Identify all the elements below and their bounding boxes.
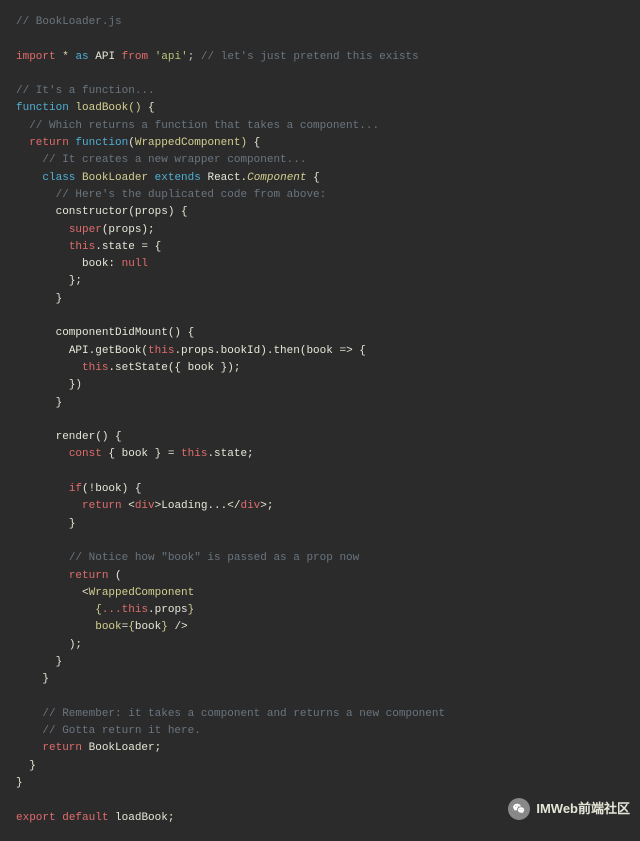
jsx: >; [260,500,273,512]
kw-super: super [69,224,102,236]
method: constructor(props) { [56,206,188,218]
kw-default: default [62,812,108,824]
prop: book: [82,258,122,270]
comment: // Which returns a function that takes a… [29,120,379,132]
prop: .props [148,604,188,616]
comment: // It's a function... [16,85,155,97]
jsx: </ [227,500,240,512]
brace: } [16,777,23,789]
wechat-icon [508,798,530,820]
jsx-attr: book [95,621,121,633]
kw-return: return [29,137,69,149]
comment: // It creates a new wrapper component... [42,154,306,166]
kw-this: this [69,241,95,253]
footer-label: IMWeb前端社区 [536,800,630,817]
jsx-brace: { [128,621,135,633]
punc: ; [188,51,195,63]
brace: }) [69,379,82,391]
cond: (!book) { [82,483,141,495]
call: .setState({ book }); [108,362,240,374]
kw-function: function [75,137,128,149]
punc: (props); [102,224,155,236]
kw-class: class [42,172,75,184]
brace: } [69,518,76,530]
kw-this: this [181,448,207,460]
kw-export: export [16,812,56,824]
jsx-brace: } [161,621,168,633]
ident: book [135,621,161,633]
assign: .state = { [95,241,161,253]
comment: // BookLoader.js [16,16,122,28]
paren: () [128,102,141,114]
brace: }; [69,275,82,287]
kw-return: return [42,742,82,754]
brace: { [247,137,260,149]
call: .props.bookId).then(book => { [174,345,365,357]
jsx-tag: WrappedComponent [89,587,195,599]
prop: .state; [207,448,253,460]
code-block: // BookLoader.js import * as API from 'a… [0,0,640,841]
ident: React. [207,172,247,184]
brace: } [56,293,63,305]
brace: } [56,397,63,409]
ident: loadBook; [108,812,174,824]
ident: Component [247,172,306,184]
jsx-brace: { [95,604,102,616]
method: componentDidMount() { [56,327,195,339]
jsx: /> [168,621,188,633]
star: * [62,51,69,63]
comment: // Remember: it takes a component and re… [42,708,445,720]
footer-watermark: IMWeb前端社区 [508,798,630,820]
kw-import: import [16,51,56,63]
comment: // Notice how "book" is passed as a prop… [69,552,359,564]
kw-return: return [82,500,122,512]
kw-const: const [69,448,102,460]
destructure: { book } = [102,448,181,460]
comment: // let's just pretend this exists [201,51,419,63]
kw-this: this [122,604,148,616]
string: 'api' [155,51,188,63]
kw-null: null [122,258,148,270]
jsx: < [82,587,89,599]
jsx-text: Loading... [161,500,227,512]
kw-from: from [122,51,148,63]
kw-as: as [75,51,88,63]
jsx-tag: div [240,500,260,512]
comment: // Gotta return it here. [42,725,200,737]
brace: } [42,673,49,685]
paren: ); [69,639,82,651]
brace: } [29,760,36,772]
call: API.getBook( [69,345,148,357]
ident: BookLoader; [82,742,161,754]
jsx-tag: div [135,500,155,512]
method: render() { [56,431,122,443]
kw-return: return [69,570,109,582]
kw-if: if [69,483,82,495]
kw-extends: extends [155,172,201,184]
kw-this: this [82,362,108,374]
fn-name: loadBook [75,102,128,114]
brace: { [307,172,320,184]
jsx: < [122,500,135,512]
spread: ... [102,604,122,616]
param: WrappedComponent [135,137,241,149]
paren: ( [108,570,121,582]
brace: { [141,102,154,114]
ident: API [95,51,115,63]
kw-function: function [16,102,69,114]
comment: // Here's the duplicated code from above… [56,189,327,201]
jsx-brace: } [188,604,195,616]
kw-this: this [148,345,174,357]
class-name: BookLoader [82,172,148,184]
paren: ( [128,137,135,149]
brace: } [56,656,63,668]
